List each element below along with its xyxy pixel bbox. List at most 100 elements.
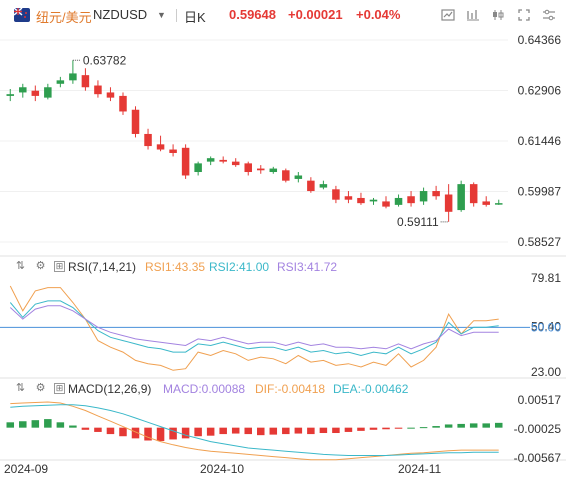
dea-line	[10, 404, 499, 456]
dif-line	[10, 401, 499, 461]
timeframe-selector[interactable]: 日K	[184, 7, 206, 26]
time-axis-label: 2024-10	[200, 462, 244, 476]
macd-bar	[269, 427, 278, 435]
macd-bar	[69, 425, 77, 428]
price-axis-label: 0.59987	[518, 184, 562, 198]
rsi1-value: RSI1:43.35	[145, 260, 206, 274]
rsi-label: RSI(7,14,21)	[68, 260, 137, 274]
pair-symbol[interactable]: NZDUSD	[93, 7, 147, 22]
candle-body	[407, 196, 415, 204]
candle-body	[419, 191, 428, 202]
macd-bar	[169, 427, 177, 440]
macd-bar	[494, 422, 503, 428]
price-change-pct: +0.04%	[356, 7, 401, 22]
candle-style-icon[interactable]	[487, 5, 509, 25]
rsi-midline-label: 50.00	[531, 320, 561, 334]
candle-body	[344, 196, 353, 200]
macd-bar	[56, 422, 65, 428]
candle-body	[106, 92, 115, 98]
candle-body	[6, 94, 15, 96]
macd-bar	[457, 423, 465, 428]
macd-bar	[369, 427, 378, 430]
macd-bar	[231, 427, 240, 434]
candle-body	[181, 147, 190, 176]
dea-value: DEA:-0.00462	[333, 382, 409, 396]
macd-bar	[106, 427, 115, 435]
macd-label: MACD(12,26,9)	[68, 382, 152, 396]
collapse-icon[interactable]: ⇅	[14, 260, 27, 273]
candle-body	[319, 184, 328, 188]
candle-body	[231, 161, 240, 166]
candle-body	[282, 170, 290, 181]
collapse-icon[interactable]: ⇅	[14, 382, 27, 395]
macd-bar	[6, 422, 15, 428]
candle-body	[369, 199, 378, 202]
time-axis-label: 2024-11	[398, 462, 441, 476]
macd-bar	[469, 423, 478, 428]
macd-axis-label: -0.00567	[514, 451, 562, 465]
candle-body	[307, 180, 315, 192]
price-axis-label: 0.62906	[518, 84, 562, 98]
price-change: +0.00021	[288, 7, 343, 22]
chevron-down-icon[interactable]: ▼	[157, 10, 166, 20]
price-axis: 0.64366 0.62906 0.61446 0.59987 0.58527	[518, 33, 562, 249]
macd-bar	[81, 427, 90, 430]
indicator-toggle-icon[interactable]: ⊞	[54, 261, 65, 272]
macd-value: MACD:0.00088	[163, 382, 246, 396]
macd-bar	[294, 427, 303, 434]
chart-app: 纽元/美元 NZDUSD ▼ 日K 0.59648 +0.00021 +0.04…	[0, 0, 566, 482]
candle-body	[332, 189, 340, 200]
pair-name-cn[interactable]: 纽元/美元	[36, 7, 92, 26]
macd-bar	[257, 427, 265, 436]
candle-body	[119, 95, 127, 112]
candle-body	[131, 109, 140, 134]
candle-body	[144, 133, 152, 147]
rsi3-value: RSI3:41.72	[277, 260, 338, 274]
time-axis-label: 2024-09	[4, 462, 48, 476]
macd-bar	[382, 427, 390, 430]
candle-body	[432, 191, 440, 197]
rsi-panel: 79.8150.4023.0050.00	[0, 271, 561, 379]
macd-bar	[244, 427, 252, 435]
macd-axis-label: -0.00025	[514, 422, 562, 436]
macd-bar	[319, 427, 328, 434]
macd-panel: 0.00517-0.00025-0.00567	[6, 393, 562, 465]
macd-bar	[181, 427, 190, 439]
candle-body	[457, 184, 465, 211]
macd-bar	[332, 427, 340, 434]
candle-body	[31, 90, 40, 96]
candle-body	[56, 80, 65, 84]
candle-body	[206, 158, 215, 162]
rsi1-line	[9, 285, 499, 371]
chart-canvas[interactable]: 0.63782 0.59111 0.64366 0.62906 0.61446 0.59…	[0, 30, 566, 482]
candle-body	[494, 203, 503, 205]
rsi-axis-label: 23.00	[531, 365, 561, 379]
macd-legend: ⇅ ⚙ ⊞ MACD(12,26,9) MACD:0.00088 DIF:-0.…	[0, 380, 566, 398]
price-axis-label: 0.64366	[518, 33, 562, 47]
candle-body	[81, 75, 90, 88]
time-axis: 2024-09 2024-10 2024-11	[4, 462, 441, 476]
gear-icon[interactable]: ⚙	[34, 382, 47, 395]
rsi-legend: ⇅ ⚙ ⊞ RSI(7,14,21) RSI1:43.35 RSI2:41.00…	[0, 258, 566, 276]
macd-bar	[19, 421, 27, 428]
candle-body	[44, 87, 52, 98]
candle-body	[69, 73, 77, 81]
candle-body	[257, 168, 265, 171]
chart-header: 纽元/美元 NZDUSD ▼ 日K 0.59648 +0.00021 +0.04…	[0, 0, 566, 30]
macd-bar	[119, 427, 127, 437]
low-annotation: 0.59111	[397, 215, 439, 229]
nz-flag-icon	[14, 8, 30, 22]
indicator-toggle-icon[interactable]: ⊞	[54, 383, 65, 394]
candle-body	[194, 163, 202, 173]
gear-icon[interactable]: ⚙	[34, 260, 47, 273]
expand-icon[interactable]	[513, 5, 535, 25]
macd-bar	[44, 419, 52, 428]
dif-value: DIF:-0.00418	[255, 382, 326, 396]
price-axis-label: 0.61446	[518, 134, 562, 148]
price-axis-label: 0.58527	[518, 235, 562, 249]
candle-body	[382, 201, 390, 207]
indicator-icon[interactable]	[462, 5, 484, 25]
settings-icon[interactable]	[538, 5, 560, 25]
macd-bar	[219, 427, 227, 435]
chart-type-icon[interactable]	[437, 5, 459, 25]
